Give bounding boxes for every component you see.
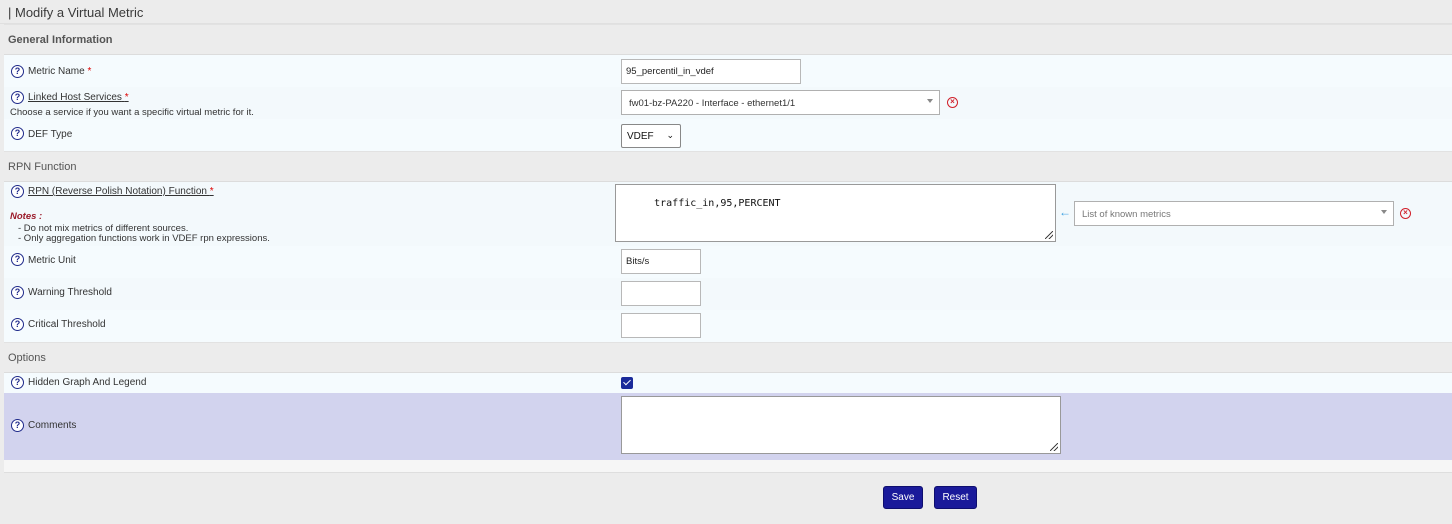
row-def-type: ? DEF Type VDEF ⌄	[4, 119, 1452, 151]
note-item: - Only aggregation functions work in VDE…	[18, 233, 270, 244]
form: General Information ? Metric Name * 95_p…	[4, 24, 1452, 472]
rpn-function-textarea[interactable]: traffic_in,95,PERCENT	[615, 184, 1056, 242]
help-icon[interactable]: ?	[11, 318, 24, 331]
linked-host-services-value: fw01-bz-PA220 - Interface - ethernet1/1	[629, 98, 796, 109]
help-icon[interactable]: ?	[11, 286, 24, 299]
critical-threshold-input[interactable]	[621, 313, 701, 338]
metric-name-input[interactable]: 95_percentil_in_vdef	[621, 59, 801, 84]
chevron-down-icon: ⌄	[666, 130, 674, 140]
required-mark: *	[87, 66, 92, 77]
row-linked-host-services: ? Linked Host Services * Choose a servic…	[4, 87, 1452, 119]
rpn-function-label-text: RPN (Reverse Polish Notation) Function	[28, 186, 207, 197]
comments-textarea[interactable]	[621, 396, 1061, 454]
help-icon[interactable]: ?	[11, 185, 24, 198]
chevron-down-icon	[1381, 210, 1387, 214]
rpn-function-value: traffic_in,95,PERCENT	[654, 198, 781, 209]
section-options: Options	[4, 342, 1452, 373]
warning-threshold-label: Warning Threshold	[28, 287, 112, 298]
section-rpn-function: RPN Function	[4, 151, 1452, 182]
resize-grip-icon[interactable]	[1050, 443, 1058, 451]
help-icon[interactable]: ?	[11, 65, 24, 78]
hidden-graph-label: Hidden Graph And Legend	[28, 377, 147, 388]
def-type-select[interactable]: VDEF ⌄	[621, 124, 681, 148]
title-bar: | Modify a Virtual Metric	[0, 0, 1452, 24]
linked-host-services-label[interactable]: Linked Host Services *	[28, 92, 129, 103]
form-footer: Save Reset	[4, 472, 1452, 524]
row-metric-unit: ? Metric Unit Bits/s	[4, 246, 1452, 278]
arrow-left-icon[interactable]: ←	[1059, 205, 1071, 219]
page-title: | Modify a Virtual Metric	[8, 5, 144, 20]
clear-icon[interactable]: ×	[947, 97, 958, 108]
def-type-label: DEF Type	[28, 129, 73, 140]
help-icon[interactable]: ?	[11, 253, 24, 266]
row-hidden-graph: ? Hidden Graph And Legend	[4, 373, 1452, 393]
row-rpn-function: ? RPN (Reverse Polish Notation) Function…	[4, 182, 1452, 246]
section-general-information: General Information	[4, 24, 1452, 55]
section-title: Options	[8, 352, 46, 364]
row-comments: ? Comments	[4, 393, 1452, 460]
chevron-down-icon	[927, 99, 933, 103]
required-mark: *	[124, 92, 129, 103]
linked-host-services-hint: Choose a service if you want a specific …	[10, 107, 254, 118]
clear-icon[interactable]: ×	[1400, 208, 1411, 219]
notes-title: Notes :	[10, 211, 43, 222]
hidden-graph-checkbox[interactable]	[621, 377, 633, 389]
known-metrics-placeholder: List of known metrics	[1082, 209, 1171, 220]
section-title: General Information	[8, 34, 113, 46]
linked-host-services-label-text: Linked Host Services	[28, 92, 122, 103]
metric-unit-input[interactable]: Bits/s	[621, 249, 701, 274]
help-icon[interactable]: ?	[11, 376, 24, 389]
row-metric-name: ? Metric Name * 95_percentil_in_vdef	[4, 55, 1452, 87]
section-title: RPN Function	[8, 161, 77, 173]
def-type-value: VDEF	[627, 131, 654, 142]
row-warning-threshold: ? Warning Threshold	[4, 278, 1452, 310]
warning-threshold-input[interactable]	[621, 281, 701, 306]
linked-host-services-select[interactable]: fw01-bz-PA220 - Interface - ethernet1/1	[621, 90, 940, 115]
save-button[interactable]: Save	[883, 486, 923, 509]
metric-name-label: Metric Name *	[28, 66, 91, 77]
rpn-function-label[interactable]: RPN (Reverse Polish Notation) Function *	[28, 186, 214, 197]
metric-name-label-text: Metric Name	[28, 66, 85, 77]
known-metrics-select[interactable]: List of known metrics	[1074, 201, 1394, 226]
critical-threshold-label: Critical Threshold	[28, 319, 106, 330]
help-icon[interactable]: ?	[11, 91, 24, 104]
help-icon[interactable]: ?	[11, 127, 24, 140]
comments-label: Comments	[28, 420, 77, 431]
row-critical-threshold: ? Critical Threshold	[4, 310, 1452, 342]
required-mark: *	[209, 186, 214, 197]
resize-grip-icon[interactable]	[1045, 231, 1053, 239]
help-icon[interactable]: ?	[11, 419, 24, 432]
reset-button[interactable]: Reset	[934, 486, 977, 509]
metric-unit-label: Metric Unit	[28, 255, 76, 266]
